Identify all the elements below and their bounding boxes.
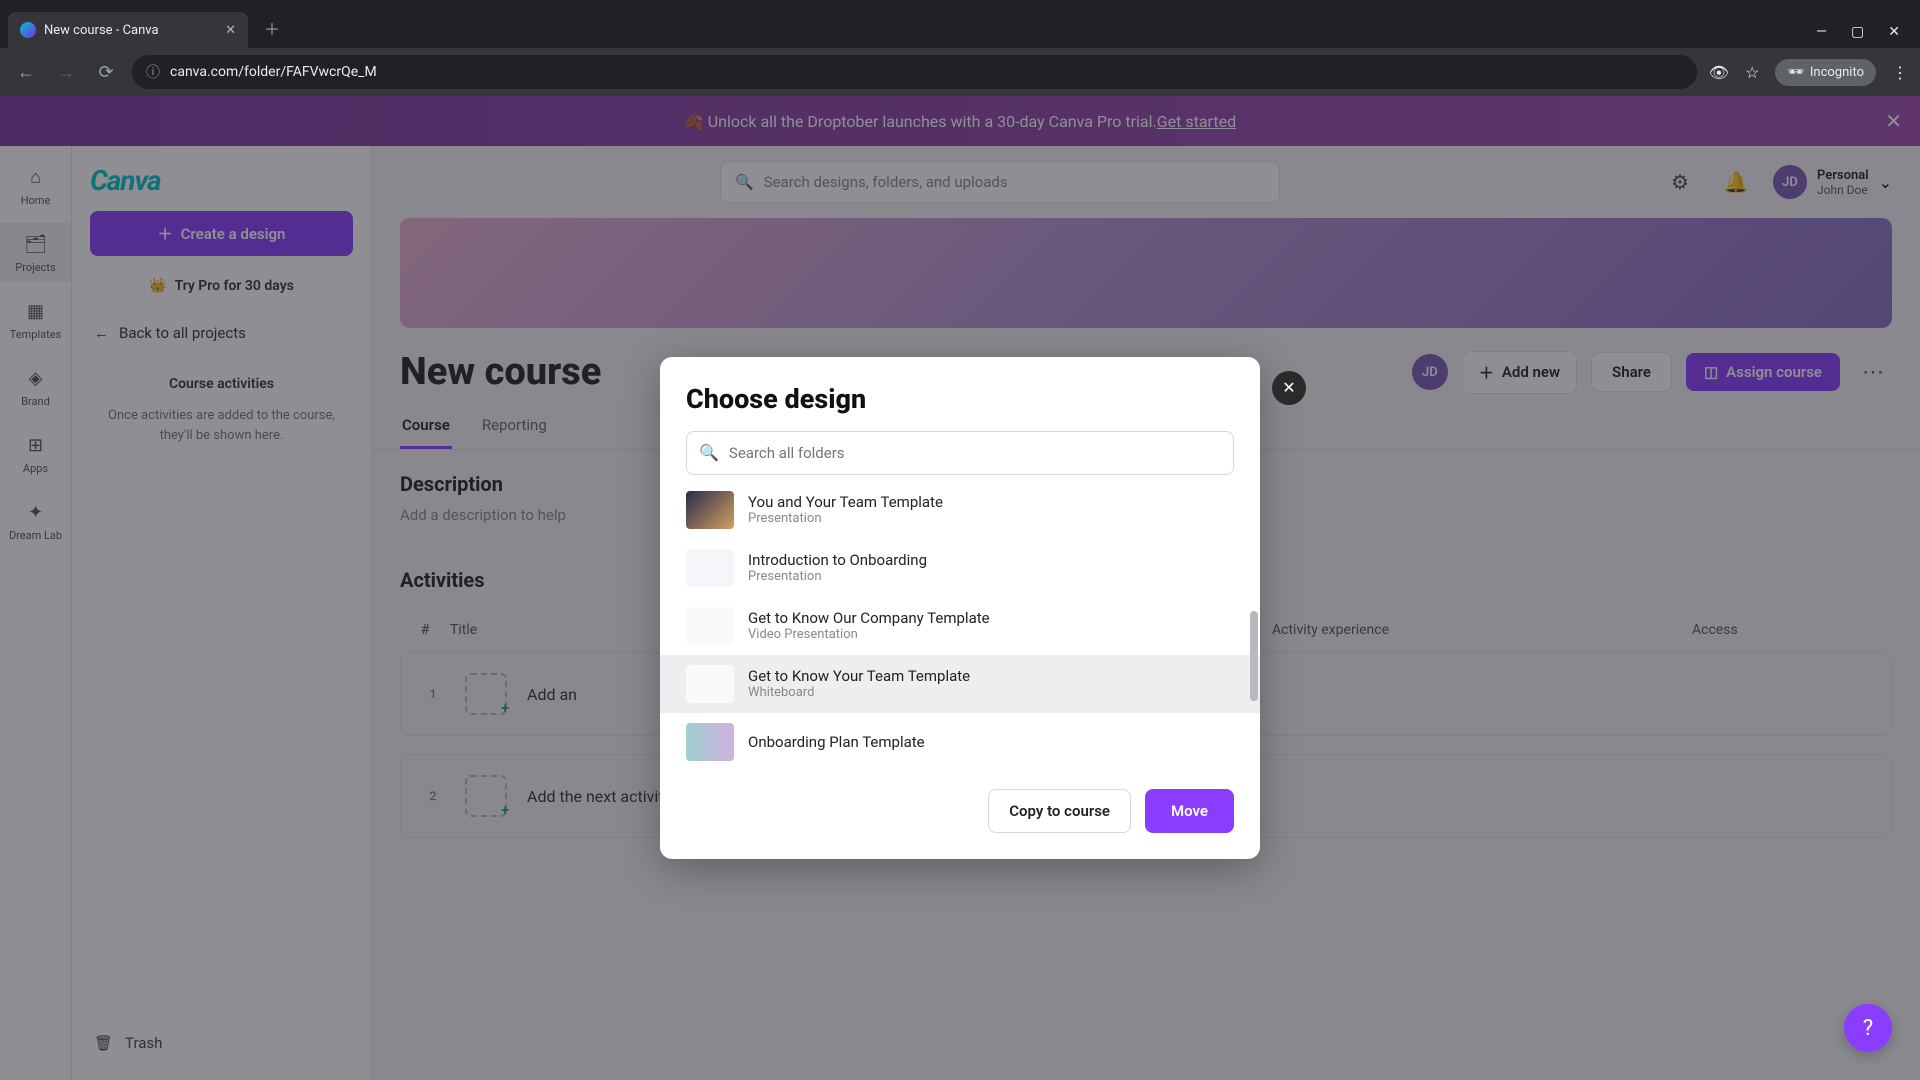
design-item[interactable]: Onboarding Plan Template (660, 713, 1260, 771)
choose-design-modal: ✕ Choose design 🔍 You and Your Team Temp… (660, 357, 1260, 859)
help-button[interactable]: ? (1844, 1004, 1892, 1052)
design-item[interactable]: You and Your Team Template Presentation (660, 481, 1260, 539)
modal-search[interactable]: 🔍 (686, 431, 1234, 475)
site-info-icon[interactable]: ⓘ (146, 62, 160, 82)
design-title: You and Your Team Template (748, 493, 943, 511)
forward-icon[interactable]: → (52, 58, 80, 86)
modal-actions: Copy to course Move (686, 789, 1234, 833)
search-icon: 🔍 (699, 443, 719, 462)
design-title: Onboarding Plan Template (748, 733, 925, 751)
browser-tab-strip: New course - Canva ✕ ＋ — ▢ ✕ (0, 0, 1920, 48)
incognito-icon: 🕶 (1787, 65, 1804, 80)
close-window-icon[interactable]: ✕ (1888, 24, 1900, 40)
modal-close-button[interactable]: ✕ (1272, 371, 1306, 405)
address-bar[interactable]: ⓘ canva.com/folder/FAFVwcrQe_M (132, 55, 1697, 89)
bookmark-icon[interactable]: ☆ (1745, 63, 1759, 82)
design-thumb (686, 607, 734, 645)
list-scrollbar[interactable] (1250, 611, 1258, 701)
new-tab-button[interactable]: ＋ (256, 8, 288, 48)
tab-title: New course - Canva (44, 23, 159, 38)
design-item[interactable]: Get to Know Your Team Template Whiteboar… (660, 655, 1260, 713)
design-type: Video Presentation (748, 627, 990, 642)
incognito-label: Incognito (1810, 65, 1864, 80)
app-root: 🍂 Unlock all the Droptober launches with… (0, 96, 1920, 1080)
reload-icon[interactable]: ⟳ (92, 58, 120, 86)
minimize-icon[interactable]: — (1816, 24, 1827, 40)
tab-favicon (20, 22, 36, 38)
url-text: canva.com/folder/FAFVwcrQe_M (170, 64, 377, 80)
design-type: Presentation (748, 511, 943, 526)
tab-close-icon[interactable]: ✕ (225, 23, 236, 38)
incognito-badge[interactable]: 🕶 Incognito (1775, 59, 1876, 86)
design-thumb (686, 665, 734, 703)
browser-toolbar: ← → ⟳ ⓘ canva.com/folder/FAFVwcrQe_M 👁 ☆… (0, 48, 1920, 96)
eye-off-icon[interactable]: 👁 (1709, 63, 1729, 82)
browser-tab[interactable]: New course - Canva ✕ (8, 12, 248, 48)
back-icon[interactable]: ← (12, 58, 40, 86)
modal-search-input[interactable] (729, 444, 1221, 462)
design-item[interactable]: Introduction to Onboarding Presentation (660, 539, 1260, 597)
window-controls: — ▢ ✕ (1816, 24, 1912, 48)
design-type: Whiteboard (748, 685, 970, 700)
design-title: Introduction to Onboarding (748, 551, 927, 569)
design-list[interactable]: You and Your Team Template Presentation … (660, 481, 1260, 771)
maximize-icon[interactable]: ▢ (1851, 24, 1864, 40)
design-item[interactable]: Get to Know Our Company Template Video P… (660, 597, 1260, 655)
move-button[interactable]: Move (1145, 789, 1234, 833)
design-thumb (686, 491, 734, 529)
modal-title: Choose design (686, 383, 1234, 415)
design-type: Presentation (748, 569, 927, 584)
design-title: Get to Know Our Company Template (748, 609, 990, 627)
browser-menu-icon[interactable]: ⋮ (1892, 63, 1908, 82)
design-thumb (686, 549, 734, 587)
design-thumb (686, 723, 734, 761)
design-title: Get to Know Your Team Template (748, 667, 970, 685)
copy-to-course-button[interactable]: Copy to course (988, 789, 1131, 833)
